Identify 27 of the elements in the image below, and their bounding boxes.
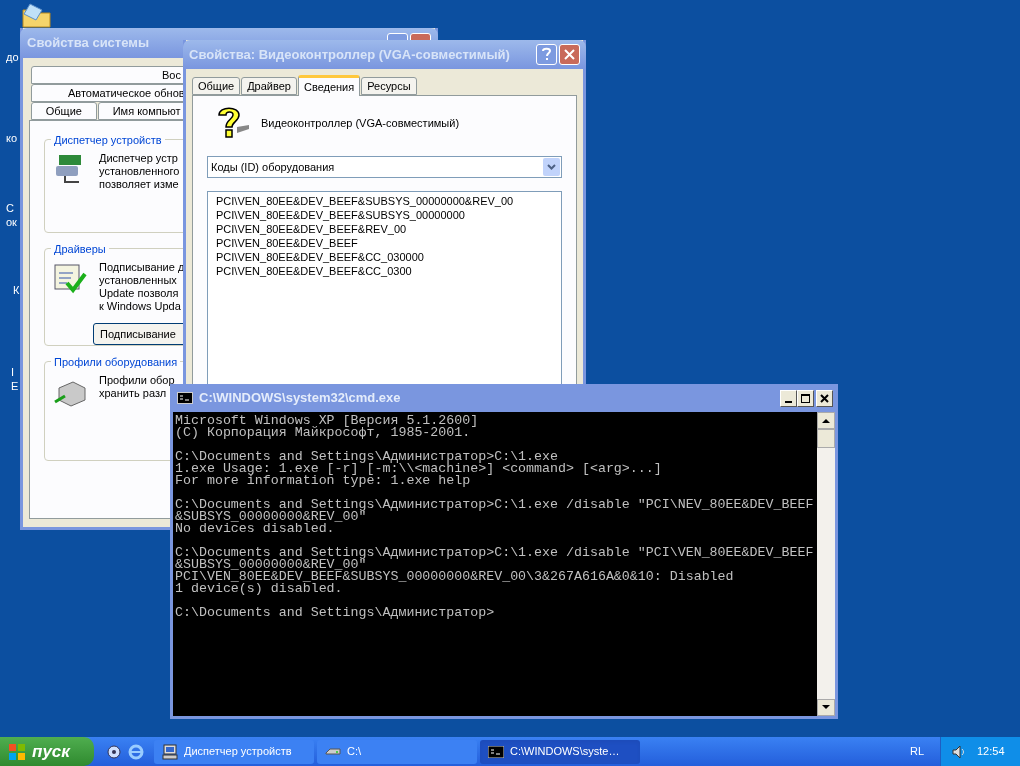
clock: 12:54	[977, 744, 1005, 760]
console-line: &SUBSYS_00000000&REV_00"	[175, 559, 367, 571]
console-line: For more information type: 1.exe help	[175, 475, 471, 487]
description-text: установленного	[99, 165, 180, 178]
description-text: хранить разл	[99, 387, 168, 400]
window-title: Свойства системы	[27, 34, 149, 53]
console-line: C:\Documents and Settings\Администратор>	[175, 607, 496, 619]
console-line: No devices disabled.	[175, 523, 335, 535]
console-line: PCI\VEN_80EE&DEV_BEEF&SUBSYS_00000000&REV_00\3&267A616A&0&10: Disabled	[175, 571, 735, 583]
console-line: (С) Корпорация Майкрософт, 1985-2001.	[175, 427, 471, 439]
description-text: к Windows Upda	[99, 300, 182, 313]
console-line: C:\Documents and Settings\Администратор>C:\1.exe /disable "PCI\NEV_80EE&DEV_BEEF	[175, 499, 815, 511]
description-text: позволяет изме	[99, 178, 180, 191]
description-text: Диспетчер устр	[99, 152, 179, 165]
description-text: Update позволя	[99, 287, 180, 300]
description-text: установленных	[99, 274, 178, 287]
console-line: 1.exe Usage: 1.exe [-r] [-m:\\<machine>] <command> [<arg>...]	[175, 463, 663, 475]
console-line: Microsoft Windows XP [Версия 5.1.2600]	[175, 415, 480, 427]
group-title: Профили оборудования	[51, 354, 181, 371]
console-line: &SUBSYS_00000000&REV_00"	[175, 511, 367, 523]
console-line: C:\Documents and Settings\Администратор>C:\1.exe	[175, 451, 558, 463]
window-title: C:\WINDOWS\system32\cmd.exe	[199, 389, 401, 408]
console-line: C:\Documents and Settings\Администратор>C:\1.exe /disable "PCI\VEN_80EE&DEV_BEEF	[175, 547, 815, 559]
device-name: Видеоконтроллер (VGA-совместимый)	[261, 115, 460, 131]
description-text: Профили обор	[99, 374, 175, 387]
window-title: Свойства: Видеоконтроллер (VGA-совместимый)	[189, 45, 510, 64]
console-line: 1 device(s) disabled.	[175, 583, 343, 595]
